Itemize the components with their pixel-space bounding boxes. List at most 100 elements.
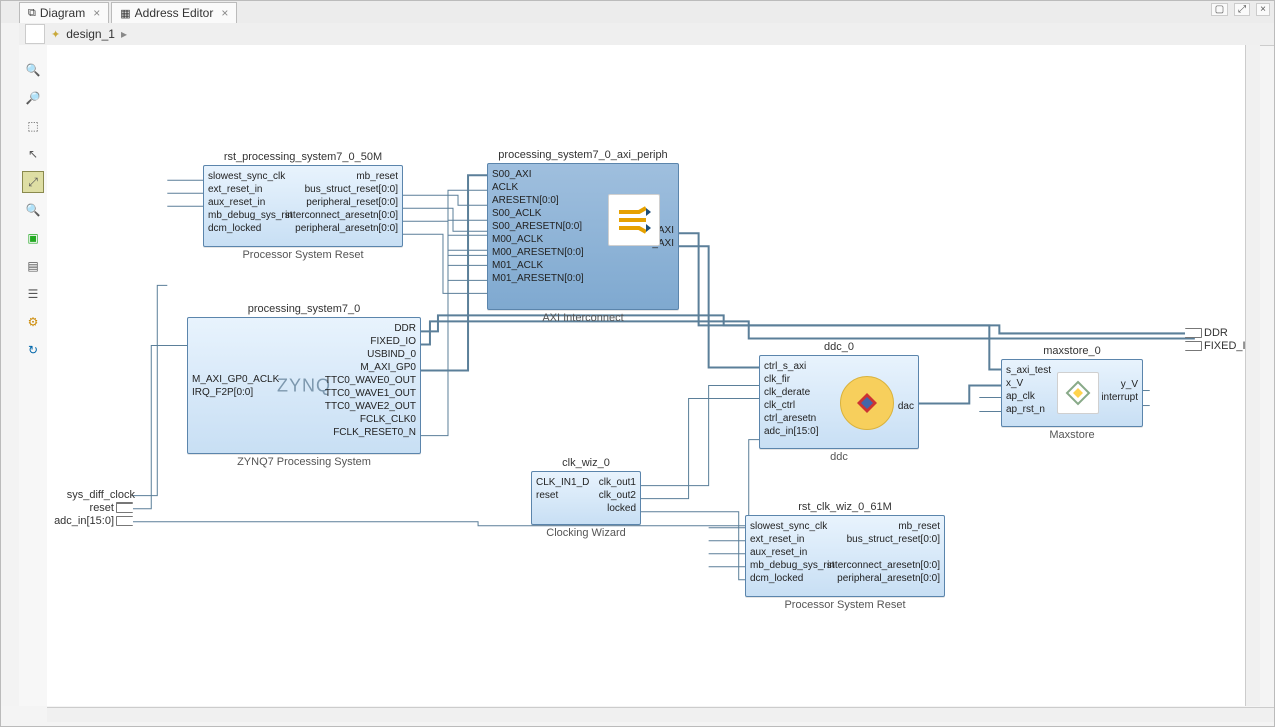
- window-buttons: ▢ ⤢ ×: [1211, 3, 1270, 16]
- port[interactable]: locked: [599, 502, 636, 515]
- port[interactable]: clk_fir: [764, 373, 819, 386]
- port[interactable]: M00_ACLK: [492, 233, 584, 246]
- close-window-icon[interactable]: ×: [1256, 3, 1270, 16]
- port[interactable]: interconnect_aresetn[0:0]: [827, 559, 940, 572]
- port[interactable]: adc_in[15:0]: [764, 425, 819, 438]
- diagram-canvas[interactable]: rst_processing_system7_0_50M Processor S…: [47, 45, 1260, 706]
- external-port-left[interactable]: reset: [47, 502, 135, 514]
- close-icon[interactable]: ×: [221, 6, 228, 20]
- port[interactable]: mb_debug_sys_rst: [750, 559, 835, 572]
- port[interactable]: ARESETN[0:0]: [492, 194, 584, 207]
- port[interactable]: FCLK_CLK0: [325, 413, 416, 426]
- diagram-icon: ⧉: [28, 7, 36, 20]
- gear-icon[interactable]: ⚙: [22, 311, 44, 333]
- external-port-right[interactable]: DDR: [1183, 327, 1228, 339]
- port[interactable]: reset: [536, 489, 589, 502]
- cursor-icon[interactable]: ↖: [22, 143, 44, 165]
- block-ddc-0[interactable]: ddc_0 ddc ctrl_s_axi clk_fir clk_derate …: [759, 355, 919, 449]
- minimize-icon[interactable]: ▢: [1211, 3, 1228, 16]
- external-port-left[interactable]: adc_in[15:0]: [47, 515, 135, 527]
- port[interactable]: s_axi_test: [1006, 364, 1051, 377]
- port[interactable]: S00_ARESETN[0:0]: [492, 220, 584, 233]
- tab-address-editor[interactable]: ▦ Address Editor ×: [111, 2, 237, 23]
- port[interactable]: M_AXI_GP0: [325, 361, 416, 374]
- add-ip-icon[interactable]: ▣: [22, 227, 44, 249]
- port[interactable]: slowest_sync_clk: [750, 520, 835, 533]
- port[interactable]: TTC0_WAVE1_OUT: [325, 387, 416, 400]
- block-maxstore-0[interactable]: maxstore_0 Maxstore s_axi_test x_V ap_cl…: [1001, 359, 1143, 427]
- fit-screen-icon[interactable]: ⤢: [22, 171, 44, 193]
- block-clk-wiz-0[interactable]: clk_wiz_0 Clocking Wizard CLK_IN1_D rese…: [531, 471, 641, 525]
- port[interactable]: ap_clk: [1006, 390, 1051, 403]
- port[interactable]: aux_reset_in: [208, 196, 293, 209]
- port[interactable]: CLK_IN1_D: [536, 476, 589, 489]
- port[interactable]: slowest_sync_clk: [208, 170, 293, 183]
- refresh-icon[interactable]: ↻: [22, 339, 44, 361]
- port[interactable]: DDR: [325, 322, 416, 335]
- port[interactable]: ctrl_s_axi: [764, 360, 819, 373]
- port[interactable]: bus_struct_reset[0:0]: [827, 533, 940, 546]
- port[interactable]: x_V: [1006, 377, 1051, 390]
- port[interactable]: USBIND_0: [325, 348, 416, 361]
- maximize-icon[interactable]: ⤢: [1234, 3, 1250, 16]
- port[interactable]: FIXED_IO: [325, 335, 416, 348]
- port[interactable]: clk_ctrl: [764, 399, 819, 412]
- port[interactable]: mb_debug_sys_rst: [208, 209, 293, 222]
- block-processing-system7-0[interactable]: processing_system7_0 ZYNQ7 Processing Sy…: [187, 317, 421, 454]
- zoom-out-icon[interactable]: 🔎: [22, 87, 44, 109]
- port[interactable]: FCLK_RESET0_N: [325, 426, 416, 439]
- port[interactable]: dac: [898, 400, 914, 413]
- port[interactable]: bus_struct_reset[0:0]: [285, 183, 398, 196]
- port[interactable]: y_V: [1101, 378, 1138, 391]
- port[interactable]: clk_out1: [599, 476, 636, 489]
- close-icon[interactable]: ×: [93, 6, 100, 20]
- block-axi-interconnect[interactable]: processing_system7_0_axi_periph AXI Inte…: [487, 163, 679, 310]
- block-subtitle: Processor System Reset: [204, 249, 402, 261]
- port[interactable]: ap_rst_n: [1006, 403, 1051, 416]
- chip-icon[interactable]: ☰: [22, 283, 44, 305]
- port-list-right: mb_reset bus_struct_reset[0:0] periphera…: [285, 170, 398, 242]
- tab-diagram[interactable]: ⧉ Diagram ×: [19, 2, 109, 23]
- port[interactable]: ACLK: [492, 181, 584, 194]
- port-list-right: clk_out1 clk_out2 locked: [599, 476, 636, 520]
- port[interactable]: ext_reset_in: [750, 533, 835, 546]
- port[interactable]: interconnect_aresetn[0:0]: [285, 209, 398, 222]
- port[interactable]: [827, 546, 940, 559]
- port[interactable]: mb_reset: [827, 520, 940, 533]
- port[interactable]: peripheral_aresetn[0:0]: [285, 222, 398, 235]
- port[interactable]: TTC0_WAVE2_OUT: [325, 400, 416, 413]
- toggle-hierarchy-button[interactable]: [25, 24, 45, 44]
- block-rst-processing-system7-0-50m[interactable]: rst_processing_system7_0_50M Processor S…: [203, 165, 403, 247]
- port[interactable]: M00_ARESETN[0:0]: [492, 246, 584, 259]
- port[interactable]: M01_ARESETN[0:0]: [492, 272, 584, 285]
- zoom-in-icon[interactable]: 🔍: [22, 59, 44, 81]
- left-gutter: [1, 23, 20, 706]
- port[interactable]: M_AXI_GP0_ACLK: [192, 373, 279, 386]
- port[interactable]: M01_ACLK: [492, 259, 584, 272]
- port[interactable]: TTC0_WAVE0_OUT: [325, 374, 416, 387]
- breadcrumb-design-name[interactable]: design_1: [66, 27, 115, 41]
- external-port-right[interactable]: FIXED_IO: [1183, 340, 1254, 352]
- port[interactable]: S00_ACLK: [492, 207, 584, 220]
- port[interactable]: dcm_locked: [750, 572, 835, 585]
- block-title: processing_system7_0: [188, 303, 420, 315]
- scrollbar-vertical[interactable]: [1245, 45, 1260, 706]
- port[interactable]: ext_reset_in: [208, 183, 293, 196]
- port[interactable]: clk_out2: [599, 489, 636, 502]
- port[interactable]: aux_reset_in: [750, 546, 835, 559]
- port[interactable]: dcm_locked: [208, 222, 293, 235]
- block-rst-clk-wiz-0-61m[interactable]: rst_clk_wiz_0_61M Processor System Reset…: [745, 515, 945, 597]
- scrollbar-horizontal[interactable]: [47, 707, 1274, 722]
- port[interactable]: interrupt: [1101, 391, 1138, 404]
- block-title: rst_clk_wiz_0_61M: [746, 501, 944, 513]
- port[interactable]: peripheral_reset[0:0]: [285, 196, 398, 209]
- search-icon[interactable]: 🔍: [22, 199, 44, 221]
- port[interactable]: ctrl_aresetn: [764, 412, 819, 425]
- port[interactable]: IRQ_F2P[0:0]: [192, 386, 279, 399]
- select-icon[interactable]: ⬚: [22, 115, 44, 137]
- port[interactable]: peripheral_aresetn[0:0]: [827, 572, 940, 585]
- port[interactable]: S00_AXI: [492, 168, 584, 181]
- port[interactable]: clk_derate: [764, 386, 819, 399]
- port[interactable]: mb_reset: [285, 170, 398, 183]
- validate-icon[interactable]: ▤: [22, 255, 44, 277]
